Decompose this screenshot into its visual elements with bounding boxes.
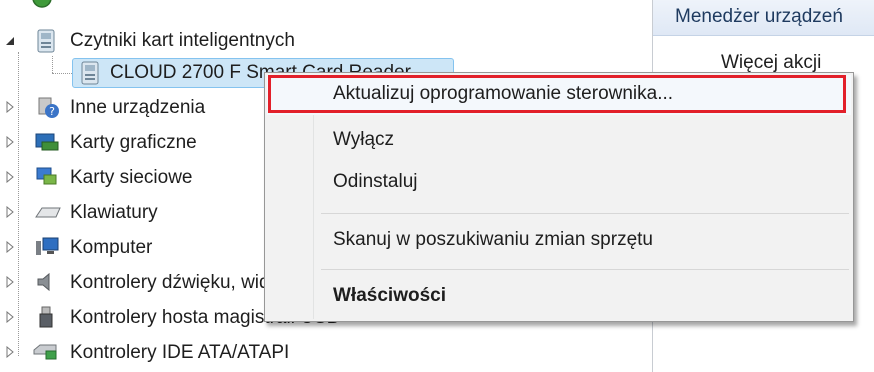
tree-item-label[interactable]: Klawiatury: [70, 201, 158, 225]
tree-connector-line: [18, 52, 19, 356]
menu-item-label: Wyłącz: [333, 129, 395, 150]
tree-item-label[interactable]: Komputer: [70, 236, 152, 260]
highlight-frame: [268, 75, 846, 113]
expand-arrow-icon[interactable]: [4, 311, 16, 323]
computer-icon: [34, 235, 59, 259]
tree-item-label[interactable]: Inne urządzenia: [70, 96, 205, 120]
menu-item-label: Skanuj w poszukiwaniu zmian sprzętu: [333, 229, 653, 250]
device-icon: [30, 0, 54, 10]
more-actions-link[interactable]: Więcej akcji: [721, 52, 821, 74]
menu-separator: [321, 213, 849, 214]
smartcard-reader-icon: [34, 28, 58, 53]
unknown-device-icon: ?: [36, 95, 60, 119]
collapse-arrow-icon[interactable]: [4, 35, 16, 47]
usb-icon: [36, 305, 60, 329]
menu-item-scan-hardware[interactable]: Skanuj w poszukiwaniu zmian sprzętu: [267, 221, 851, 261]
keyboard-icon: [34, 200, 61, 224]
menu-item-label: Właściwości: [333, 285, 446, 306]
tree-item-label[interactable]: Czytniki kart inteligentnych: [70, 29, 295, 53]
tree-connector-line: [52, 56, 53, 73]
expand-arrow-icon[interactable]: [4, 171, 16, 183]
tree-item-label[interactable]: Karty sieciowe: [70, 166, 193, 190]
display-adapter-icon: [34, 130, 59, 154]
expand-arrow-icon[interactable]: [4, 276, 16, 288]
smartcard-device-icon: [78, 60, 102, 85]
menu-item-uninstall[interactable]: Odinstaluj: [267, 163, 851, 203]
menu-separator: [321, 269, 849, 270]
svg-text:?: ?: [49, 105, 55, 118]
expand-arrow-icon[interactable]: [4, 346, 16, 358]
actions-panel-header[interactable]: Menedżer urządzeń: [653, 0, 874, 36]
context-menu: Aktualizuj oprogramowanie sterownika... …: [264, 72, 854, 322]
menu-item-properties[interactable]: Właściwości: [267, 277, 851, 317]
expand-arrow-icon[interactable]: [4, 206, 16, 218]
menu-item-label: Odinstaluj: [333, 171, 418, 192]
menu-item-disable[interactable]: Wyłącz: [267, 121, 851, 161]
ide-controller-icon: [32, 340, 57, 364]
sound-icon: [34, 270, 58, 294]
tree-item-label[interactable]: Kontrolery IDE ATA/ATAPI: [70, 341, 289, 365]
actions-panel-title: Menedżer urządzeń: [675, 6, 843, 27]
expand-arrow-icon[interactable]: [4, 241, 16, 253]
expand-arrow-icon[interactable]: [4, 101, 16, 113]
network-adapter-icon: [34, 165, 58, 189]
expand-arrow-icon[interactable]: [4, 136, 16, 148]
tree-item-label[interactable]: Karty graficzne: [70, 131, 197, 155]
